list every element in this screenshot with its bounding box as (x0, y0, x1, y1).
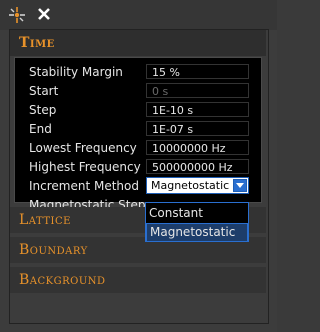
step-label: Step (29, 103, 57, 117)
highest-frequency-label: Highest Frequency (29, 160, 141, 174)
stability-margin-label: Stability Margin (29, 65, 123, 79)
row-end: End 1E-07 s (15, 120, 263, 139)
lowest-frequency-label: Lowest Frequency (29, 141, 137, 155)
section-header-background[interactable]: Background (10, 267, 266, 293)
row-lowest-frequency: Lowest Frequency 10000000 Hz (15, 139, 263, 158)
properties-panel: Time Stability Margin 15 % Start 0 s Ste… (0, 0, 277, 332)
dropdown-option-constant[interactable]: Constant (146, 204, 248, 223)
row-start: Start 0 s (15, 82, 263, 101)
end-label: End (29, 122, 52, 136)
close-icon[interactable] (36, 6, 52, 22)
dropdown-option-magnetostatic[interactable]: Magnetostatic (146, 223, 248, 242)
start-field: 0 s (146, 83, 249, 98)
step-field[interactable]: 1E-10 s (146, 102, 249, 117)
start-label: Start (29, 84, 59, 98)
increment-method-select[interactable]: Magnetostatic (146, 177, 249, 194)
chevron-down-icon[interactable] (233, 179, 247, 192)
highest-frequency-field[interactable]: 500000000 Hz (146, 159, 249, 174)
increment-method-label: Increment Method (29, 179, 139, 193)
panel-titlebar (0, 0, 277, 30)
end-field[interactable]: 1E-07 s (146, 121, 249, 136)
row-increment-method: Increment Method Magnetostatic (15, 177, 263, 196)
stability-margin-field[interactable]: 15 % (146, 64, 249, 79)
lowest-frequency-field[interactable]: 10000000 Hz (146, 140, 249, 155)
row-highest-frequency: Highest Frequency 500000000 Hz (15, 158, 263, 177)
row-stability-margin: Stability Margin 15 % (15, 63, 263, 82)
increment-method-value: Magnetostatic (151, 179, 230, 192)
pin-icon[interactable] (8, 6, 26, 24)
increment-method-dropdown: Constant Magnetostatic (145, 202, 249, 242)
row-step: Step 1E-10 s (15, 101, 263, 120)
section-header-time[interactable]: Time (10, 30, 266, 56)
time-section-body: Stability Margin 15 % Start 0 s Step 1E-… (14, 57, 263, 212)
